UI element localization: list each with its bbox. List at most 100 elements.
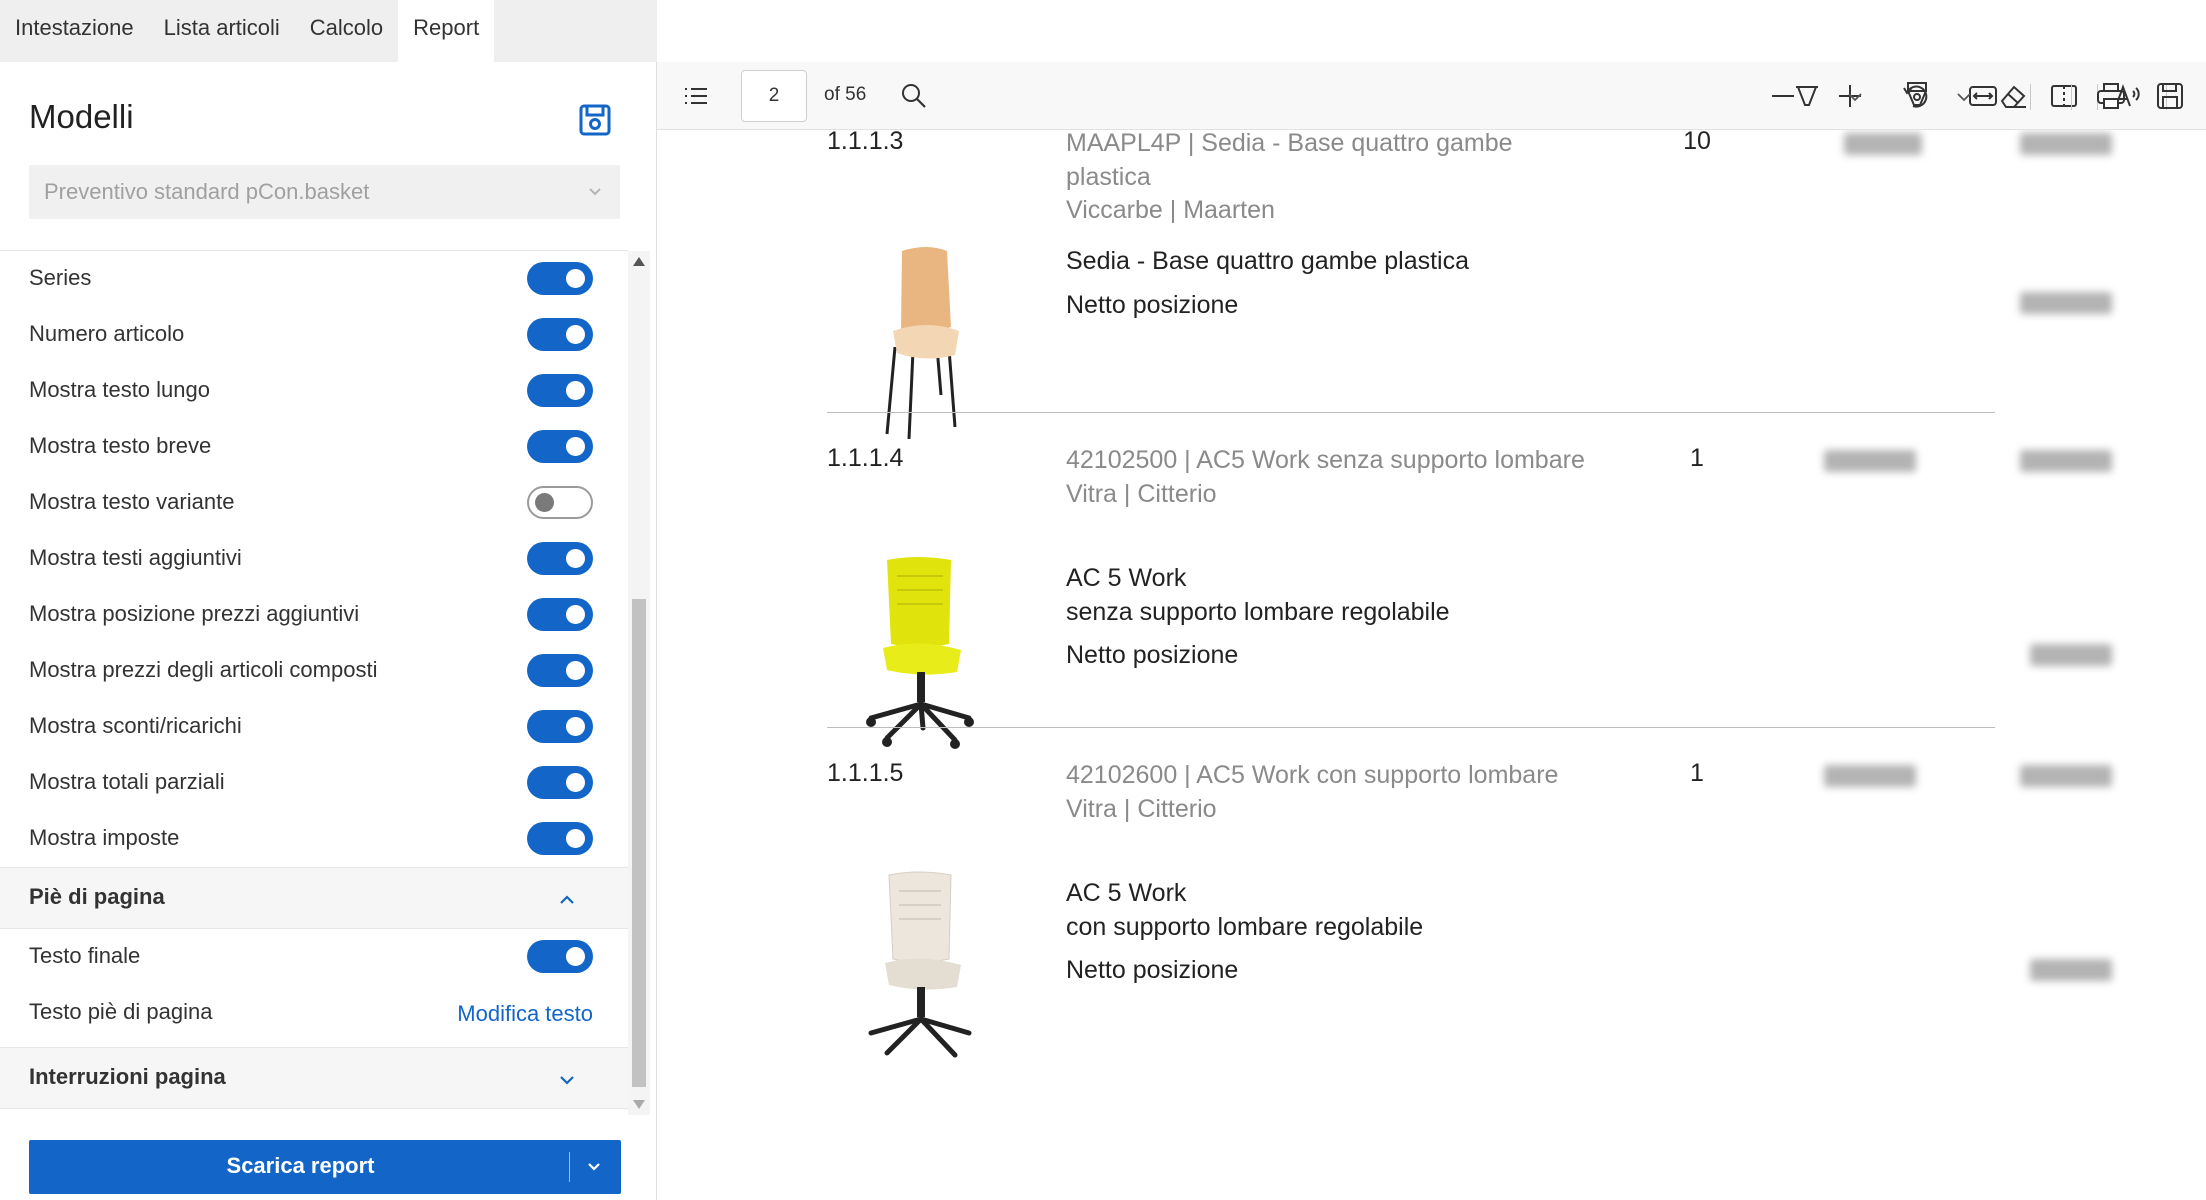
toggle-testo-breve[interactable] (527, 430, 593, 463)
option-label: Mostra testi aggiuntivi (29, 545, 242, 570)
toggle-sconti-ricarichi[interactable] (527, 710, 593, 743)
tab-bar-filler (494, 0, 657, 62)
page-count: of 56 (824, 84, 867, 105)
print-icon[interactable] (2094, 79, 2128, 113)
toolbar-separator (2071, 84, 2072, 110)
item-code-line: 42102600 | AC5 Work con supporto lombare (1066, 761, 1559, 789)
toggle-posizione-prezzi[interactable] (527, 598, 593, 631)
toggle-imposte[interactable] (527, 822, 593, 855)
option-label: Mostra testo breve (29, 433, 212, 458)
option-label: Testo finale (29, 943, 141, 968)
toggle-prezzi-composti[interactable] (527, 654, 593, 687)
highlight-pen-icon[interactable] (1790, 79, 1824, 113)
chevron-down-icon (560, 1076, 574, 1085)
option-row-posizione-prezzi: Mostra posizione prezzi aggiuntivi (0, 587, 628, 643)
item-number: 1.1.1.5 (827, 759, 904, 787)
report-settings-panel: Modelli Preventivo standard pCon.basket … (0, 62, 657, 1200)
chair-icon (885, 247, 959, 439)
toggle-series[interactable] (527, 262, 593, 295)
option-label: Mostra testo lungo (29, 377, 210, 402)
toggle-totali-parziali[interactable] (527, 766, 593, 799)
toggle-knob (566, 947, 585, 966)
page-number-input[interactable]: 2 (741, 70, 807, 122)
redacted-total-price (2020, 133, 2112, 155)
option-row-imposte: Mostra imposte (0, 811, 628, 867)
option-row-sconti-ricarichi: Mostra sconti/ricarichi (0, 699, 628, 755)
toggle-testo-variante[interactable] (527, 486, 593, 519)
redacted-unit-price (1824, 450, 1916, 472)
toggle-knob (566, 717, 585, 736)
save-icon[interactable] (578, 103, 612, 137)
toggle-knob (535, 493, 554, 512)
tab-report[interactable]: Report (398, 0, 495, 62)
option-row-testo-lungo: Mostra testo lungo (0, 363, 628, 419)
option-label: Mostra sconti/ricarichi (29, 713, 242, 738)
draw-pen-icon[interactable] (1900, 79, 1934, 113)
item-maker-line: Vitra | Citterio (1066, 794, 1217, 823)
scroll-up-arrow-icon[interactable] (633, 257, 645, 266)
item-net-label: Netto posizione (1066, 290, 1239, 319)
item-title-line: AC 5 Work (1066, 564, 1187, 592)
item-title: AC 5 Work senza supporto lombare regolab… (1066, 562, 1766, 673)
option-label: Mostra prezzi degli articoli composti (29, 657, 378, 682)
section-footer-header[interactable]: Piè di pagina (0, 867, 628, 929)
redacted-net-price (2030, 644, 2112, 666)
item-number: 1.1.1.3 (827, 130, 904, 155)
item-code-description: 42102600 | AC5 Work con supporto lombare… (1066, 759, 1586, 826)
toggle-knob (566, 381, 585, 400)
redacted-net-price (2020, 292, 2112, 314)
item-divider (827, 412, 1995, 413)
search-icon[interactable] (897, 79, 931, 113)
chevron-down-icon[interactable] (1953, 79, 1975, 113)
scrollbar-thumb[interactable] (632, 599, 646, 1087)
options-scrollbar[interactable] (628, 251, 650, 1115)
chevron-down-icon (589, 188, 601, 196)
toggle-knob (566, 605, 585, 624)
top-tab-bar: Intestazione Lista articoli Calcolo Repo… (0, 0, 657, 62)
redacted-net-price (2030, 959, 2112, 981)
save-pdf-icon[interactable] (2153, 79, 2187, 113)
item-code-line: 42102500 | AC5 Work senza supporto lomba… (1066, 446, 1585, 474)
edit-text-link[interactable]: Modifica testo (457, 1001, 593, 1027)
chevron-down-icon[interactable] (1844, 79, 1866, 113)
tab-lista-articoli[interactable]: Lista articoli (149, 0, 295, 62)
option-row-numero-articolo: Numero articolo (0, 307, 628, 363)
toggle-testi-aggiuntivi[interactable] (527, 542, 593, 575)
options-list: Series Numero articolo Mostra testo lung… (0, 251, 628, 1115)
item-code-description: 42102500 | AC5 Work senza supporto lomba… (1066, 444, 1586, 511)
redacted-unit-price (1844, 133, 1922, 155)
item-net-label: Netto posizione (1066, 641, 1239, 669)
item-code-description: MAAPL4P | Sedia - Base quattro gambe pla… (1066, 130, 1586, 228)
item-title: Sedia - Base quattro gambe plastica Nett… (1066, 245, 1766, 322)
item-net-label: Netto posizione (1066, 956, 1239, 984)
redacted-total-price (2020, 450, 2112, 472)
toggle-knob (566, 773, 585, 792)
office-chair-yellow-icon (866, 557, 974, 749)
section-footer-label: Piè di pagina (29, 884, 165, 909)
section-page-breaks-header[interactable]: Interruzioni pagina (0, 1047, 628, 1109)
item-title: AC 5 Work con supporto lombare regolabil… (1066, 877, 1766, 988)
chevron-down-icon[interactable] (585, 1158, 603, 1176)
tab-intestazione[interactable]: Intestazione (0, 0, 149, 62)
redacted-unit-price (1824, 765, 1916, 787)
item-maker-line: Vitra | Citterio (1066, 479, 1217, 508)
item-title-line: Sedia - Base quattro gambe plastica (1066, 247, 1470, 275)
toggle-testo-finale[interactable] (527, 940, 593, 973)
scroll-down-arrow-icon[interactable] (633, 1100, 645, 1109)
option-row-testo-pie-pagina: Testo piè di pagina Modifica testo (0, 985, 628, 1041)
toggle-numero-articolo[interactable] (527, 318, 593, 351)
eraser-icon[interactable] (1996, 79, 2030, 113)
office-chair-white-icon (868, 871, 972, 1058)
download-report-button[interactable]: Scarica report (29, 1140, 621, 1194)
option-row-testo-finale: Testo finale (0, 929, 628, 985)
model-select[interactable]: Preventivo standard pCon.basket (29, 165, 620, 219)
toggle-testo-lungo[interactable] (527, 374, 593, 407)
toggle-knob (566, 829, 585, 848)
option-label: Mostra totali parziali (29, 769, 225, 794)
option-label: Series (29, 265, 92, 290)
table-of-contents-icon[interactable] (679, 79, 713, 113)
item-number: 1.1.1.4 (827, 444, 904, 472)
tab-calcolo[interactable]: Calcolo (295, 0, 398, 62)
item-quantity: 1 (1690, 444, 1704, 472)
option-row-series: Series (0, 251, 628, 307)
